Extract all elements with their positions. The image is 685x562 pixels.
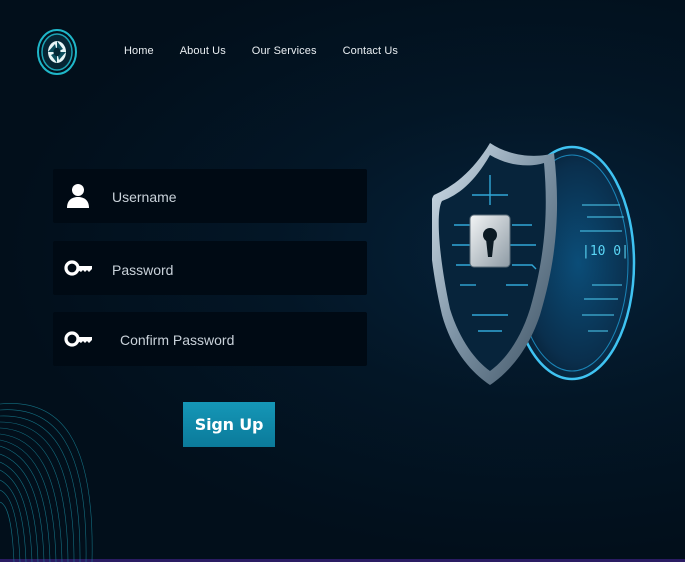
key-icon xyxy=(64,331,92,347)
page-background: Home About Us Our Services Contact Us Us… xyxy=(0,0,685,562)
nav-home-link[interactable]: Home xyxy=(124,45,154,57)
username-field[interactable]: Username xyxy=(53,169,367,223)
password-field[interactable]: Password xyxy=(53,241,367,295)
nav-services-link[interactable]: Our Services xyxy=(252,45,317,57)
decorative-wave-lines xyxy=(0,403,93,562)
shield-lock-icon: |10 0| xyxy=(432,143,636,385)
username-placeholder: Username xyxy=(112,189,177,205)
user-icon xyxy=(67,184,89,208)
nav-contact-link[interactable]: Contact Us xyxy=(343,45,398,57)
main-nav: Home About Us Our Services Contact Us xyxy=(124,45,424,57)
sign-up-button[interactable]: Sign Up xyxy=(183,402,275,447)
confirm-password-field[interactable]: Confirm Password xyxy=(53,312,367,366)
confirm-password-placeholder: Confirm Password xyxy=(120,332,235,348)
key-icon xyxy=(64,260,92,276)
password-placeholder: Password xyxy=(112,262,174,278)
svg-text:|10 0|: |10 0| xyxy=(582,244,629,259)
nav-about-link[interactable]: About Us xyxy=(180,45,226,57)
aperture-logo-icon[interactable] xyxy=(37,29,77,75)
